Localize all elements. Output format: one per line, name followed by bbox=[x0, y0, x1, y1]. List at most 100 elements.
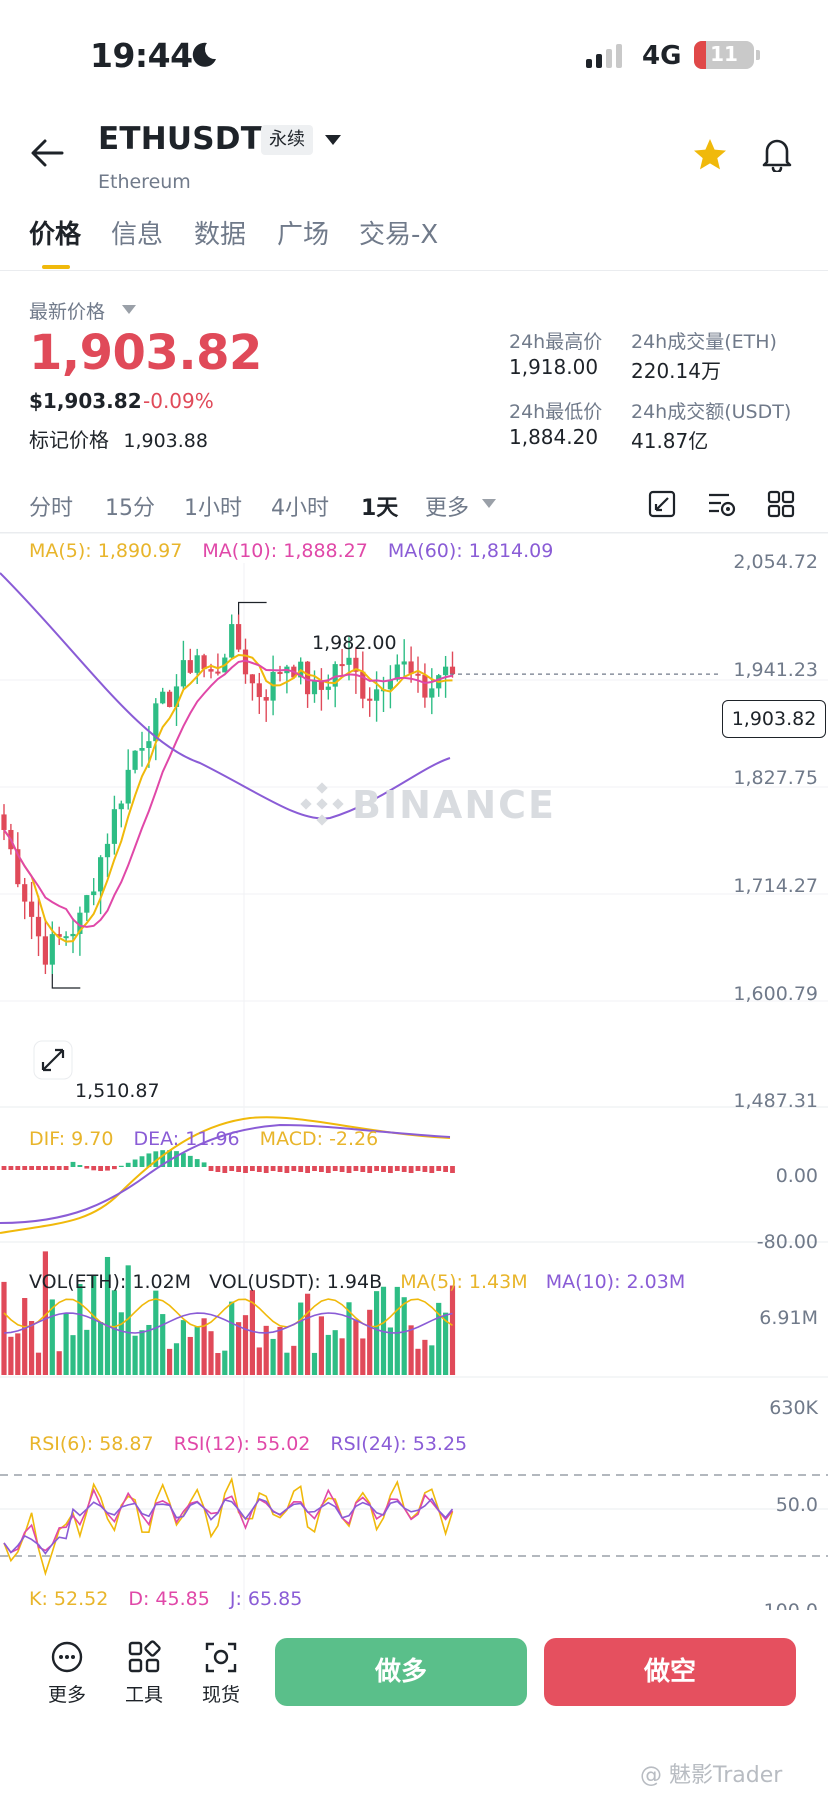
volume-bar bbox=[387, 1327, 393, 1375]
expand-icon[interactable] bbox=[33, 1040, 73, 1080]
macd-bar bbox=[84, 1166, 90, 1169]
tools-label: 工具 bbox=[124, 1684, 163, 1706]
macd-bar bbox=[367, 1166, 373, 1173]
volume-bar bbox=[401, 1297, 407, 1375]
candle-body bbox=[29, 901, 35, 917]
latest-price-dropdown-icon[interactable] bbox=[122, 305, 136, 314]
timeframe-line[interactable]: 分时 bbox=[29, 490, 73, 522]
latest-price-label[interactable]: 最新价格 bbox=[29, 297, 105, 324]
macd-bar bbox=[394, 1166, 400, 1171]
vol-eth-legend: VOL(ETH): 1.02M bbox=[29, 1271, 192, 1293]
ma10-legend: MA(10): 1,888.27 bbox=[202, 540, 368, 562]
macd-bar bbox=[284, 1166, 290, 1173]
volume-bar bbox=[449, 1285, 456, 1375]
k-legend: K: 52.52 bbox=[29, 1588, 109, 1610]
rsi12-legend: RSI(12): 55.02 bbox=[173, 1433, 311, 1455]
indicator-settings-icon[interactable] bbox=[707, 490, 737, 518]
price-axis-label: 1,827.75 bbox=[733, 767, 818, 789]
candle-body bbox=[111, 809, 117, 844]
candle-body bbox=[346, 657, 352, 665]
candle-body bbox=[277, 672, 283, 675]
more-dropdown-icon[interactable] bbox=[482, 499, 496, 508]
timeframe-1h[interactable]: 1小时 bbox=[184, 490, 242, 522]
current-price-tag: 1,903.82 bbox=[722, 700, 826, 738]
macd-bar bbox=[132, 1159, 138, 1167]
macd-bar bbox=[70, 1161, 76, 1167]
macd-bar bbox=[422, 1166, 428, 1172]
tools-button[interactable]: 工具 bbox=[109, 1640, 179, 1707]
volume-bar bbox=[146, 1324, 152, 1375]
macd-bar bbox=[429, 1166, 435, 1173]
timeframe-4h[interactable]: 4小时 bbox=[271, 490, 329, 522]
short-button[interactable]: 做空 bbox=[544, 1638, 796, 1706]
volume-bar bbox=[22, 1298, 28, 1375]
low-marker bbox=[51, 974, 81, 989]
candle-body bbox=[194, 655, 200, 673]
mark-price-row: 标记价格 1,903.88 bbox=[29, 424, 208, 453]
volume-bar bbox=[242, 1315, 249, 1375]
timeframe-1d[interactable]: 1天 bbox=[361, 490, 398, 522]
symbol-dropdown-icon[interactable] bbox=[324, 134, 342, 146]
active-tab-indicator bbox=[42, 265, 70, 269]
volume-bar bbox=[15, 1333, 21, 1375]
symbol-title[interactable]: ETHUSDT bbox=[98, 121, 262, 157]
tab-info[interactable]: 信息 bbox=[111, 214, 163, 251]
candle-body bbox=[256, 683, 262, 698]
macd-bar bbox=[181, 1153, 186, 1167]
macd-bar bbox=[312, 1166, 317, 1171]
candle-body bbox=[443, 666, 449, 676]
volume-bar bbox=[305, 1293, 311, 1375]
macd-bar bbox=[63, 1166, 69, 1170]
volume-bar bbox=[77, 1283, 83, 1375]
timeframe-15m[interactable]: 15分 bbox=[105, 490, 155, 522]
macd-bar bbox=[8, 1166, 14, 1170]
volume-bar bbox=[311, 1352, 318, 1375]
binance-watermark-text: BINANCE bbox=[352, 783, 556, 827]
last-price: 1,903.82 bbox=[29, 325, 262, 381]
candle-body bbox=[180, 660, 186, 687]
tab-data[interactable]: 数据 bbox=[194, 214, 246, 251]
volume-bar bbox=[56, 1351, 62, 1375]
volume-bar bbox=[277, 1326, 283, 1375]
tab-price[interactable]: 价格 bbox=[29, 214, 81, 251]
macd-bar bbox=[43, 1166, 48, 1170]
back-arrow-icon[interactable] bbox=[30, 138, 64, 168]
dif-legend: DIF: 9.70 bbox=[29, 1128, 114, 1150]
macd-bar bbox=[319, 1166, 324, 1172]
volume-bar bbox=[229, 1301, 235, 1375]
alert-bell-icon[interactable] bbox=[760, 136, 794, 172]
favorite-star-icon[interactable] bbox=[692, 138, 728, 172]
macd-bar bbox=[222, 1166, 228, 1173]
layout-grid-icon[interactable] bbox=[767, 490, 795, 518]
volume-bar bbox=[153, 1290, 159, 1375]
candle-body bbox=[215, 671, 221, 674]
candle-body bbox=[91, 891, 97, 896]
more-button[interactable]: 更多 bbox=[32, 1640, 102, 1707]
long-button[interactable]: 做多 bbox=[275, 1638, 527, 1706]
volume-bar bbox=[394, 1286, 400, 1375]
candle-body bbox=[98, 857, 104, 892]
candle-body bbox=[146, 741, 152, 749]
spot-label: 现货 bbox=[201, 1684, 240, 1706]
candle-body bbox=[449, 666, 456, 675]
macd-bar bbox=[229, 1166, 235, 1171]
spot-button[interactable]: 现货 bbox=[186, 1640, 256, 1707]
stat-turnover-value: 41.87亿 bbox=[631, 429, 709, 453]
candle-body bbox=[104, 843, 111, 858]
vol-ma5-legend: MA(5): 1.43M bbox=[400, 1271, 528, 1293]
binance-logo-watermark bbox=[300, 782, 344, 826]
volume-bar bbox=[318, 1316, 324, 1375]
ma-legend: MA(5): 1,890.97 MA(10): 1,888.27 MA(60):… bbox=[29, 540, 553, 562]
tab-square[interactable]: 广场 bbox=[277, 214, 329, 251]
fullscreen-icon[interactable] bbox=[648, 490, 676, 518]
timeframe-more[interactable]: 更多 bbox=[425, 490, 469, 522]
macd-bar bbox=[339, 1166, 345, 1172]
high-marker bbox=[238, 601, 267, 615]
macd-bar bbox=[139, 1156, 145, 1167]
candle-body bbox=[187, 660, 193, 673]
volume-bar bbox=[8, 1336, 14, 1375]
volume-bar bbox=[339, 1338, 345, 1375]
rsi24-line bbox=[3, 1497, 454, 1555]
tab-trade-x[interactable]: 交易-X bbox=[359, 214, 438, 251]
mark-price-value: 1,903.88 bbox=[123, 430, 208, 452]
